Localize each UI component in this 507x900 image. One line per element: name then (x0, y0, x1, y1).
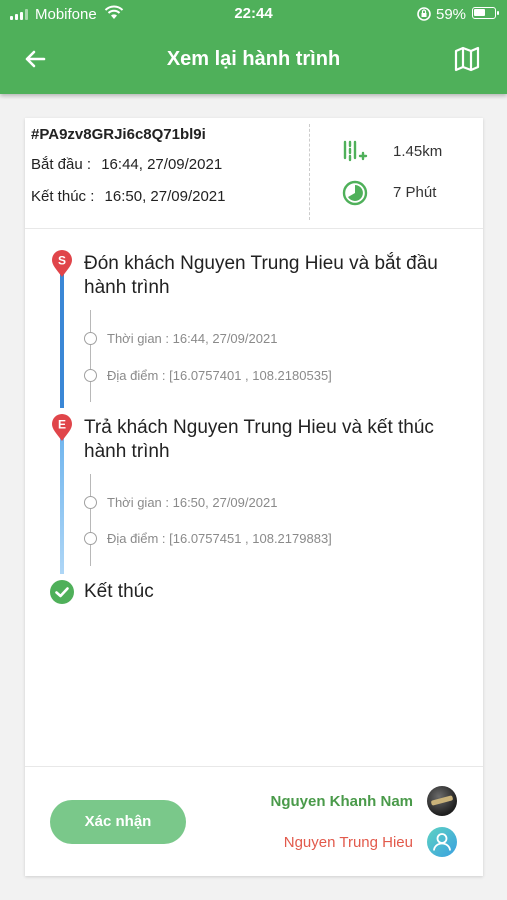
start-marker-letter: S (58, 254, 66, 268)
detail-line (90, 310, 91, 402)
footer-divider (25, 766, 483, 767)
confirm-button[interactable]: Xác nhận (50, 800, 186, 844)
duration-stat: 7 Phút (341, 179, 481, 207)
trip-id: #PA9zv8GRJi6c8Q71bl9i (31, 126, 206, 143)
start-event-location: Địa điểm : [16.0757401 , 108.2180535] (107, 368, 332, 383)
end-event-title: Trả khách Nguyen Trung Hieu và kết thúc … (84, 417, 434, 462)
battery-percent: 59% (436, 6, 467, 23)
finish-label: Kết thúc (84, 581, 154, 602)
end-event-time: Thời gian : 16:50, 27/09/2021 (107, 495, 278, 510)
detail-dot (84, 332, 97, 345)
info-divider (309, 124, 310, 220)
distance-stat: 1.45km (341, 138, 481, 166)
end-marker-letter: E (58, 418, 66, 432)
detail-dot (84, 369, 97, 382)
duration-value: 7 Phút (393, 184, 437, 201)
start-time-value: 16:44, 27/09/2021 (101, 156, 223, 173)
clock-icon (342, 180, 368, 206)
customer-avatar-icon (427, 827, 457, 857)
end-event-location: Địa điểm : [16.0757451 , 108.2179883] (107, 531, 332, 546)
section-divider (25, 228, 483, 229)
status-bar: Mobifone 22:44 59% (0, 0, 507, 30)
start-event-title: Đón khách Nguyen Trung Hieu và bắt đầu h… (84, 253, 438, 298)
customer-name: Nguyen Trung Hieu (283, 834, 413, 851)
app-header: Mobifone 22:44 59% Xem lại hành trình (0, 0, 507, 94)
start-event-time: Thời gian : 16:44, 27/09/2021 (107, 331, 278, 346)
trip-info: #PA9zv8GRJi6c8Q71bl9i (31, 126, 206, 143)
detail-dot (84, 496, 97, 509)
timeline-line (60, 434, 64, 574)
driver-name: Nguyen Khanh Nam (270, 793, 413, 810)
detail-dot (84, 532, 97, 545)
start-time-row: Bắt đầu : 16:44, 27/09/2021 (31, 156, 222, 173)
page-title: Xem lại hành trình (166, 48, 341, 70)
distance-icon (343, 140, 368, 162)
end-time-row: Kết thúc : 16:50, 27/09/2021 (31, 188, 226, 205)
distance-value: 1.45km (393, 143, 443, 160)
battery-icon (472, 7, 499, 19)
map-icon[interactable] (453, 45, 481, 73)
start-time-label: Bắt đầu : (31, 156, 92, 173)
check-circle-icon (50, 580, 74, 604)
detail-line (90, 474, 91, 566)
end-marker-icon: E (52, 414, 72, 441)
end-time-value: 16:50, 27/09/2021 (104, 188, 226, 205)
driver-avatar (427, 786, 457, 816)
timeline-line (60, 270, 64, 408)
trip-detail-card: #PA9zv8GRJi6c8Q71bl9i Bắt đầu : 16:44, 2… (25, 118, 483, 876)
orientation-lock-icon (417, 7, 431, 21)
start-marker-icon: S (52, 250, 72, 277)
end-time-label: Kết thúc : (31, 188, 95, 205)
